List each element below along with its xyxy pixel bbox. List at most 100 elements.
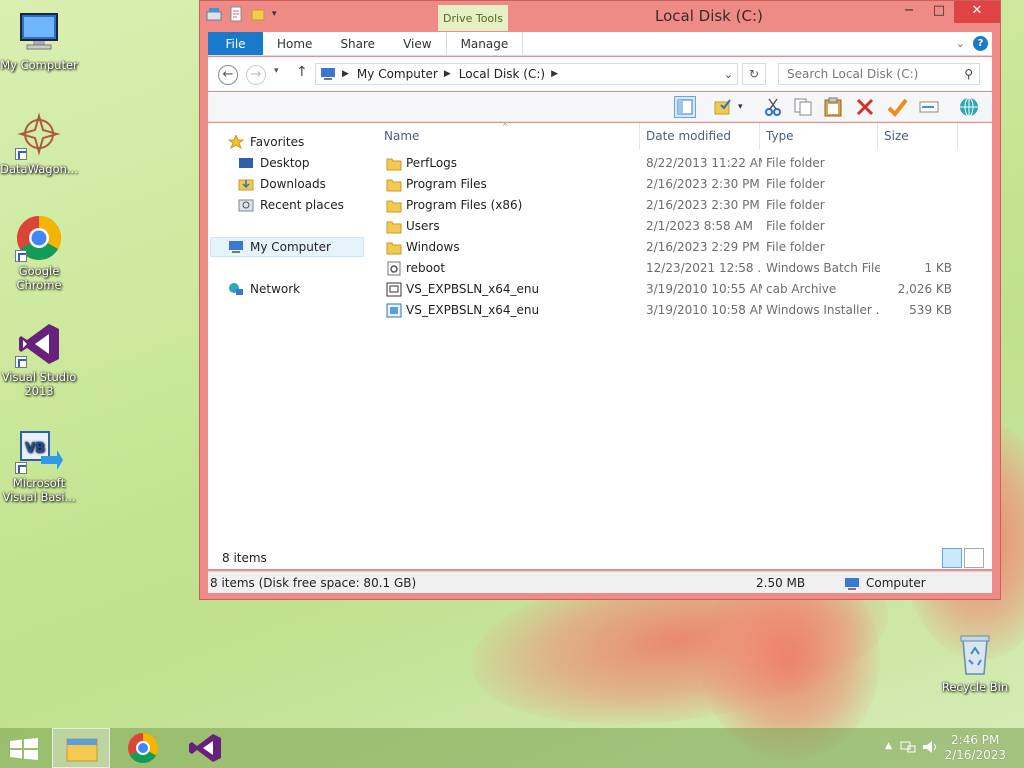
nav-my-computer[interactable]: My Computer [228,237,331,257]
chrome-icon [128,733,159,764]
back-button[interactable]: ← [218,65,238,85]
network-globe-icon[interactable] [958,96,980,118]
network-icon [228,282,244,296]
large-icons-view-button[interactable] [964,548,984,568]
file-list: Name ^ Date modified Type Size PerfLogs 8… [378,122,992,543]
status-disk-space: 8 items (Disk free space: 80.1 GB) [210,576,417,590]
file-name: reboot [406,261,446,275]
column-header-name[interactable]: Name ^ [378,122,640,149]
chevron-down-icon[interactable]: ▾ [738,96,760,118]
minimize-button[interactable]: − [894,1,924,23]
expand-ribbon-icon[interactable]: ⌄ [956,37,965,50]
nav-downloads[interactable]: Downloads [238,174,326,194]
computer-icon [320,67,336,81]
file-row[interactable]: Users 2/1/2023 8:58 AM File folder [378,216,978,237]
address-dropdown-icon[interactable]: ⌄ [724,68,733,81]
file-type: File folder [766,198,825,212]
file-row[interactable]: VS_EXPBSLN_x64_enu 3/19/2010 10:55 AM cab … [378,279,978,300]
desktop-icon-my-computer[interactable]: My Computer [0,8,78,72]
show-hidden-icons[interactable]: ▲ [885,741,892,751]
recent-places-icon [238,198,254,212]
column-header-date[interactable]: Date modified [640,123,760,149]
taskbar-file-explorer[interactable] [52,728,110,768]
clock[interactable]: 2:46 PM 2/16/2023 [944,733,1006,763]
file-date: 2/16/2023 2:30 PM [646,198,760,212]
tab-file[interactable]: File [208,32,263,55]
network-status-icon[interactable] [900,740,916,757]
breadcrumb-separator-icon: ▶ [443,69,451,79]
taskbar-visual-studio[interactable] [176,728,234,768]
file-explorer-icon [66,738,98,762]
file-name: PerfLogs [406,156,458,170]
tab-manage[interactable]: Manage [445,32,524,55]
close-button[interactable]: ✕ [954,1,1000,23]
desktop-icon-google-chrome[interactable]: Google Chrome [0,214,78,292]
copy-icon[interactable] [792,96,814,118]
file-name: VS_EXPBSLN_x64_enu [406,282,540,296]
file-row[interactable]: reboot 12/23/2021 12:58 ... Windows Batch … [378,258,978,279]
file-type: File folder [766,177,825,191]
folder-icon [386,177,402,192]
file-type: File folder [766,219,825,233]
file-size: 1 KB [924,261,952,275]
recent-locations-icon[interactable]: ▾ [274,66,279,76]
rename-icon[interactable] [886,96,908,118]
forward-button[interactable]: → [246,65,266,85]
select-all-icon[interactable] [712,96,734,118]
desktop-icon-label: My Computer [0,58,78,72]
nav-recent-places[interactable]: Recent places [238,195,344,215]
tab-home[interactable]: Home [263,32,326,55]
desktop-icon-datawagon[interactable]: DataWagon... [0,112,78,176]
start-button[interactable] [10,738,38,760]
file-row[interactable]: Program Files (x86) 2/16/2023 2:30 PM File… [378,195,978,216]
desktop-icon-visual-studio[interactable]: Visual Studio 2013 [0,320,78,398]
column-header-size[interactable]: Size [878,123,958,149]
nav-network[interactable]: Network [228,279,300,299]
file-row[interactable]: VS_EXPBSLN_x64_enu 3/19/2010 10:58 AM Wind… [378,300,978,321]
title-bar[interactable]: ▾ Drive Tools Local Disk (C:) − □ ✕ [200,1,1000,31]
desktop-icon-recycle-bin[interactable]: Recycle Bin [936,630,1014,694]
content-area: Favorites Desktop Downloads Recent place… [208,122,992,569]
refresh-button[interactable]: ↻ [742,63,766,85]
new-folder-icon[interactable] [250,6,266,22]
file-row[interactable]: PerfLogs 8/22/2013 11:22 AM File folder [378,153,978,174]
desktop-icon-visual-basic[interactable]: VB Microsoft Visual Basi... [0,426,78,504]
help-icon[interactable]: ? [973,36,988,51]
properties-icon[interactable] [918,96,940,118]
address-bar: ← → ▾ ↑ ▶ My Computer ▶ Local Disk (C:) … [208,57,992,91]
cut-icon[interactable] [762,96,784,118]
breadcrumb-separator-icon: ▶ [342,69,349,79]
file-date: 2/16/2023 2:30 PM [646,177,760,191]
chevron-down-icon[interactable]: ▾ [272,6,288,22]
file-type: File folder [766,156,825,170]
computer-icon [844,576,860,590]
details-view-button[interactable] [942,548,962,568]
taskbar-chrome[interactable] [114,728,172,768]
file-date: 8/22/2013 11:22 AM [646,156,762,170]
drive-icon[interactable] [206,6,222,22]
file-row[interactable]: Windows 2/16/2023 2:29 PM File folder [378,237,978,258]
column-header-type[interactable]: Type [760,123,878,149]
nav-label: Network [250,282,301,296]
search-input[interactable]: Search Local Disk (C:) ⚲ [778,63,980,85]
delete-icon[interactable] [854,96,876,118]
tab-share[interactable]: Share [326,32,389,55]
view-buttons [942,548,984,568]
paste-icon[interactable] [822,96,844,118]
address-field[interactable]: ▶ My Computer ▶ Local Disk (C:) ▶ ⌄ [315,63,738,85]
shortcut-arrow-icon [15,462,27,474]
nav-favorites[interactable]: Favorites [227,132,304,152]
navigation-pane-icon[interactable] [674,96,696,118]
maximize-button[interactable]: □ [924,1,954,23]
file-row[interactable]: Program Files 2/16/2023 2:30 PM File folde… [378,174,978,195]
breadcrumb-local-disk[interactable]: Local Disk (C:) [459,67,545,81]
up-button[interactable]: ↑ [296,64,308,80]
properties-icon[interactable] [228,6,244,22]
star-icon [227,133,245,150]
breadcrumb-my-computer[interactable]: My Computer [357,67,438,81]
folder-icon [386,219,402,234]
navigation-pane: Favorites Desktop Downloads Recent place… [208,123,368,543]
volume-icon[interactable] [922,740,938,757]
tab-view[interactable]: View [389,32,445,55]
nav-desktop[interactable]: Desktop [238,153,310,173]
